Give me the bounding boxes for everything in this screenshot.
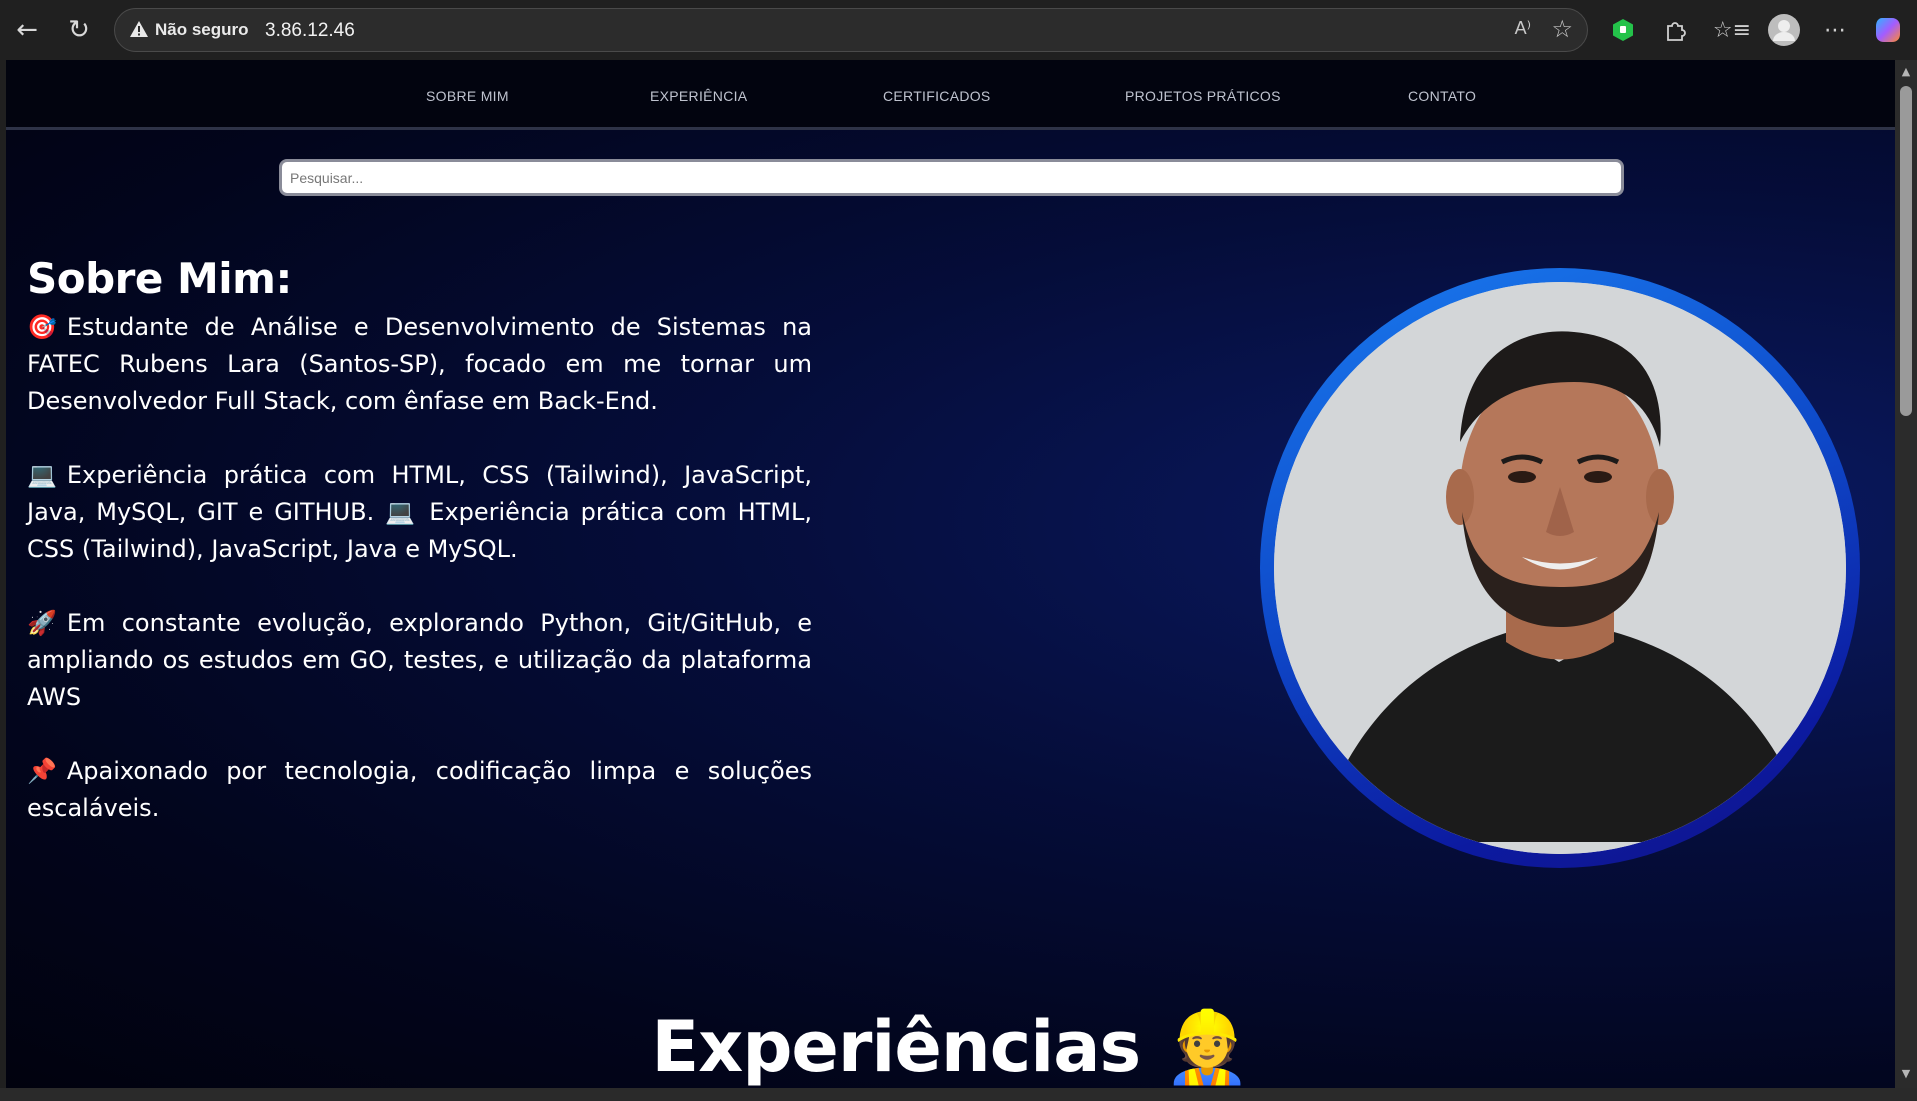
nav-link-projetos-praticos[interactable]: PROJETOS PRÁTICOS [1125, 88, 1281, 104]
extensions-puzzle-icon[interactable] [1658, 13, 1692, 47]
nav-link-experiencia[interactable]: EXPERIÊNCIA [650, 88, 747, 104]
address-bar[interactable]: Não seguro 3.86.12.46 A⁾ ☆ [114, 8, 1588, 52]
about-title: Sobre Mim: [27, 254, 292, 303]
refresh-icon[interactable]: ↻ [62, 13, 96, 47]
about-paragraph: 📌 Apaixonado por tecnologia, codificação … [27, 753, 812, 827]
about-paragraph-text: Apaixonado por tecnologia, codificação l… [27, 757, 812, 822]
about-text: 🎯 Estudante de Análise e Desenvolvimento … [27, 309, 812, 864]
search-input[interactable] [279, 159, 1624, 196]
read-aloud-icon[interactable]: A⁾ [1515, 18, 1531, 39]
security-label[interactable]: Não seguro [155, 20, 249, 40]
page-viewport: SOBRE MIM EXPERIÊNCIA CERTIFICADOS PROJE… [6, 60, 1895, 1088]
site-navbar: SOBRE MIM EXPERIÊNCIA CERTIFICADOS PROJE… [6, 60, 1895, 130]
experience-title: Experiências 👷 [651, 1006, 1250, 1088]
about-paragraph: 🎯 Estudante de Análise e Desenvolvimento … [27, 309, 812, 420]
profile-photo-ring [1260, 268, 1860, 868]
nav-link-certificados[interactable]: CERTIFICADOS [883, 88, 991, 104]
nav-link-sobre-mim[interactable]: SOBRE MIM [426, 88, 509, 104]
about-paragraph-text: Estudante de Análise e Desenvolvimento d… [27, 313, 812, 415]
nav-link-contato[interactable]: CONTATO [1408, 88, 1476, 104]
url-text[interactable]: 3.86.12.46 [265, 20, 355, 42]
scroll-down-arrow-icon[interactable]: ▼ [1900, 1068, 1912, 1080]
more-menu-icon[interactable]: ⋯ [1818, 13, 1852, 47]
copilot-icon[interactable] [1871, 13, 1905, 47]
about-paragraph-text: Em constante evolução, explorando Python… [27, 609, 812, 711]
profile-avatar-icon[interactable] [1767, 13, 1801, 47]
window-bottom-edge [0, 1088, 1917, 1101]
extension-green-icon[interactable] [1606, 13, 1640, 47]
pushpin-icon: 📌 [27, 757, 57, 785]
favorites-list-icon[interactable]: ☆≡ [1713, 13, 1751, 47]
back-arrow-icon[interactable]: ← [10, 13, 44, 47]
about-paragraph: 💻 Experiência prática com HTML, CSS (Tail… [27, 457, 812, 568]
page-scrollbar[interactable]: ▲ ▼ [1895, 60, 1917, 1088]
warning-icon[interactable] [129, 19, 149, 43]
favorite-star-icon[interactable]: ☆ [1551, 15, 1573, 43]
scrollbar-thumb[interactable] [1900, 86, 1912, 416]
scroll-up-arrow-icon[interactable]: ▲ [1900, 66, 1912, 78]
about-paragraph-text: Experiência prática com HTML, CSS (Tailw… [27, 461, 812, 563]
profile-photo [1274, 282, 1846, 854]
target-icon: 🎯 [27, 313, 57, 341]
rocket-icon: 🚀 [27, 609, 57, 637]
browser-toolbar: ← ↻ Não seguro 3.86.12.46 A⁾ ☆ ☆≡ ⋯ [0, 0, 1917, 60]
about-paragraph: 🚀 Em constante evolução, explorando Pytho… [27, 605, 812, 716]
laptop-icon: 💻 [27, 461, 57, 489]
